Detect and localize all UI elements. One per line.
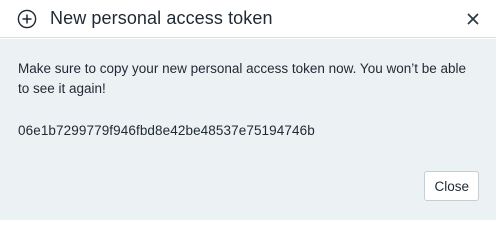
close-icon[interactable] [464, 10, 482, 28]
dialog-title: New personal access token [50, 8, 273, 28]
plus-circle-icon [16, 8, 38, 30]
dialog-body: Make sure to copy your new personal acce… [0, 39, 496, 220]
copy-warning-message: Make sure to copy your new personal acce… [18, 61, 467, 96]
personal-access-token-dialog: New personal access token Make sure to c… [0, 0, 496, 220]
dialog-header: New personal access token [0, 0, 496, 38]
close-button[interactable]: Close [424, 171, 479, 201]
access-token-value[interactable]: 06e1b7299779f946fbd8e42be48537e75194746b [18, 123, 478, 138]
